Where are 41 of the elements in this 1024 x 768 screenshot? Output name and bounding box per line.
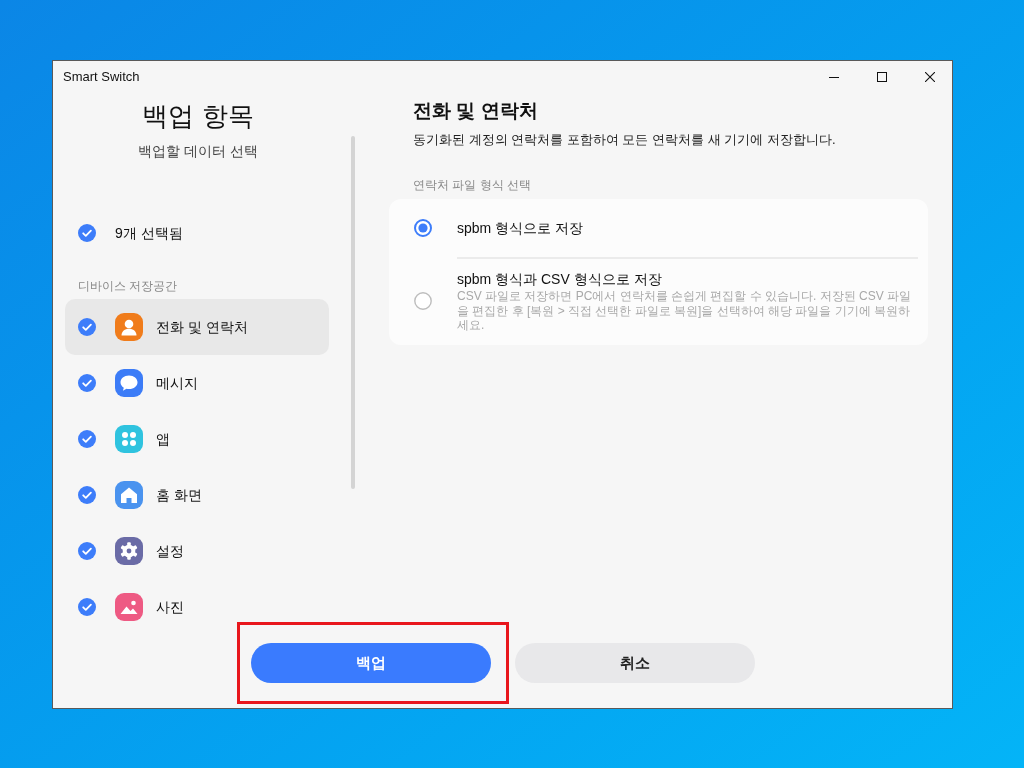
item-label: 앱	[156, 429, 170, 449]
item-label: 사진	[156, 597, 184, 617]
sidebar-title: 백업 항목	[141, 100, 255, 133]
cancel-button[interactable]: 취소	[514, 643, 755, 683]
detail-description: 동기화된 계정의 연락처를 포함하여 모든 연락처를 새 기기에 저장합니다.	[413, 131, 837, 149]
backup-button[interactable]: 백업	[250, 643, 491, 683]
selected-count-label: 9개 선택됨	[115, 223, 183, 243]
item-label: 전화 및 연락처	[156, 317, 248, 337]
sidebar-item[interactable]: 메시지	[65, 355, 329, 411]
item-label: 설정	[156, 541, 184, 561]
detail-title: 전화 및 연락처	[413, 99, 539, 123]
option-description: CSV 파일로 저장하면 PC에서 연락처를 손쉽게 편집할 수 있습니다. 저장된 CSV 파일을 편집한 후 [복원 > 직접 선택한 파일로 복원]을 선택하여 해당 파일을 기기에 복원하세요.	[457, 289, 912, 333]
section-label: 디바이스 저장공간	[78, 278, 179, 295]
house-icon	[115, 481, 143, 509]
person-icon	[115, 313, 143, 341]
checked-checkbox-icon[interactable]	[78, 542, 96, 560]
sidebar-item[interactable]: 홈 화면	[65, 467, 329, 523]
checked-checkbox-icon[interactable]	[78, 598, 96, 616]
window-title: Smart Switch	[63, 68, 140, 87]
scrollbar-thumb[interactable]	[351, 136, 355, 489]
checked-checkbox-icon[interactable]	[78, 374, 96, 392]
picture-icon	[115, 593, 143, 621]
checked-checkbox-icon[interactable]	[78, 430, 96, 448]
chat-bubble-icon	[115, 369, 143, 397]
selected-radio-icon[interactable]	[414, 219, 432, 237]
app-grid-icon	[115, 425, 143, 453]
item-label: 메시지	[156, 373, 198, 393]
sidebar-subtitle: 백업할 데이터 선택	[137, 142, 259, 161]
checked-checkbox-icon[interactable]	[78, 318, 96, 336]
sidebar-item[interactable]: 설정	[65, 523, 329, 579]
sidebar-item[interactable]: 앱	[65, 411, 329, 467]
radio-icon[interactable]	[414, 291, 432, 310]
checked-checkbox-icon[interactable]	[78, 224, 96, 242]
sidebar-item[interactable]: 사진	[65, 579, 329, 635]
option-label[interactable]: spbm 형식과 CSV 형식으로 저장	[457, 269, 912, 289]
checked-checkbox-icon[interactable]	[78, 486, 96, 504]
item-label: 홈 화면	[156, 485, 202, 505]
format-label: 연락처 파일 형식 선택	[413, 177, 532, 194]
option-label[interactable]: spbm 형식으로 저장	[457, 218, 583, 238]
sidebar-item[interactable]: 전화 및 연락처	[65, 299, 329, 355]
gear-icon	[115, 537, 143, 565]
